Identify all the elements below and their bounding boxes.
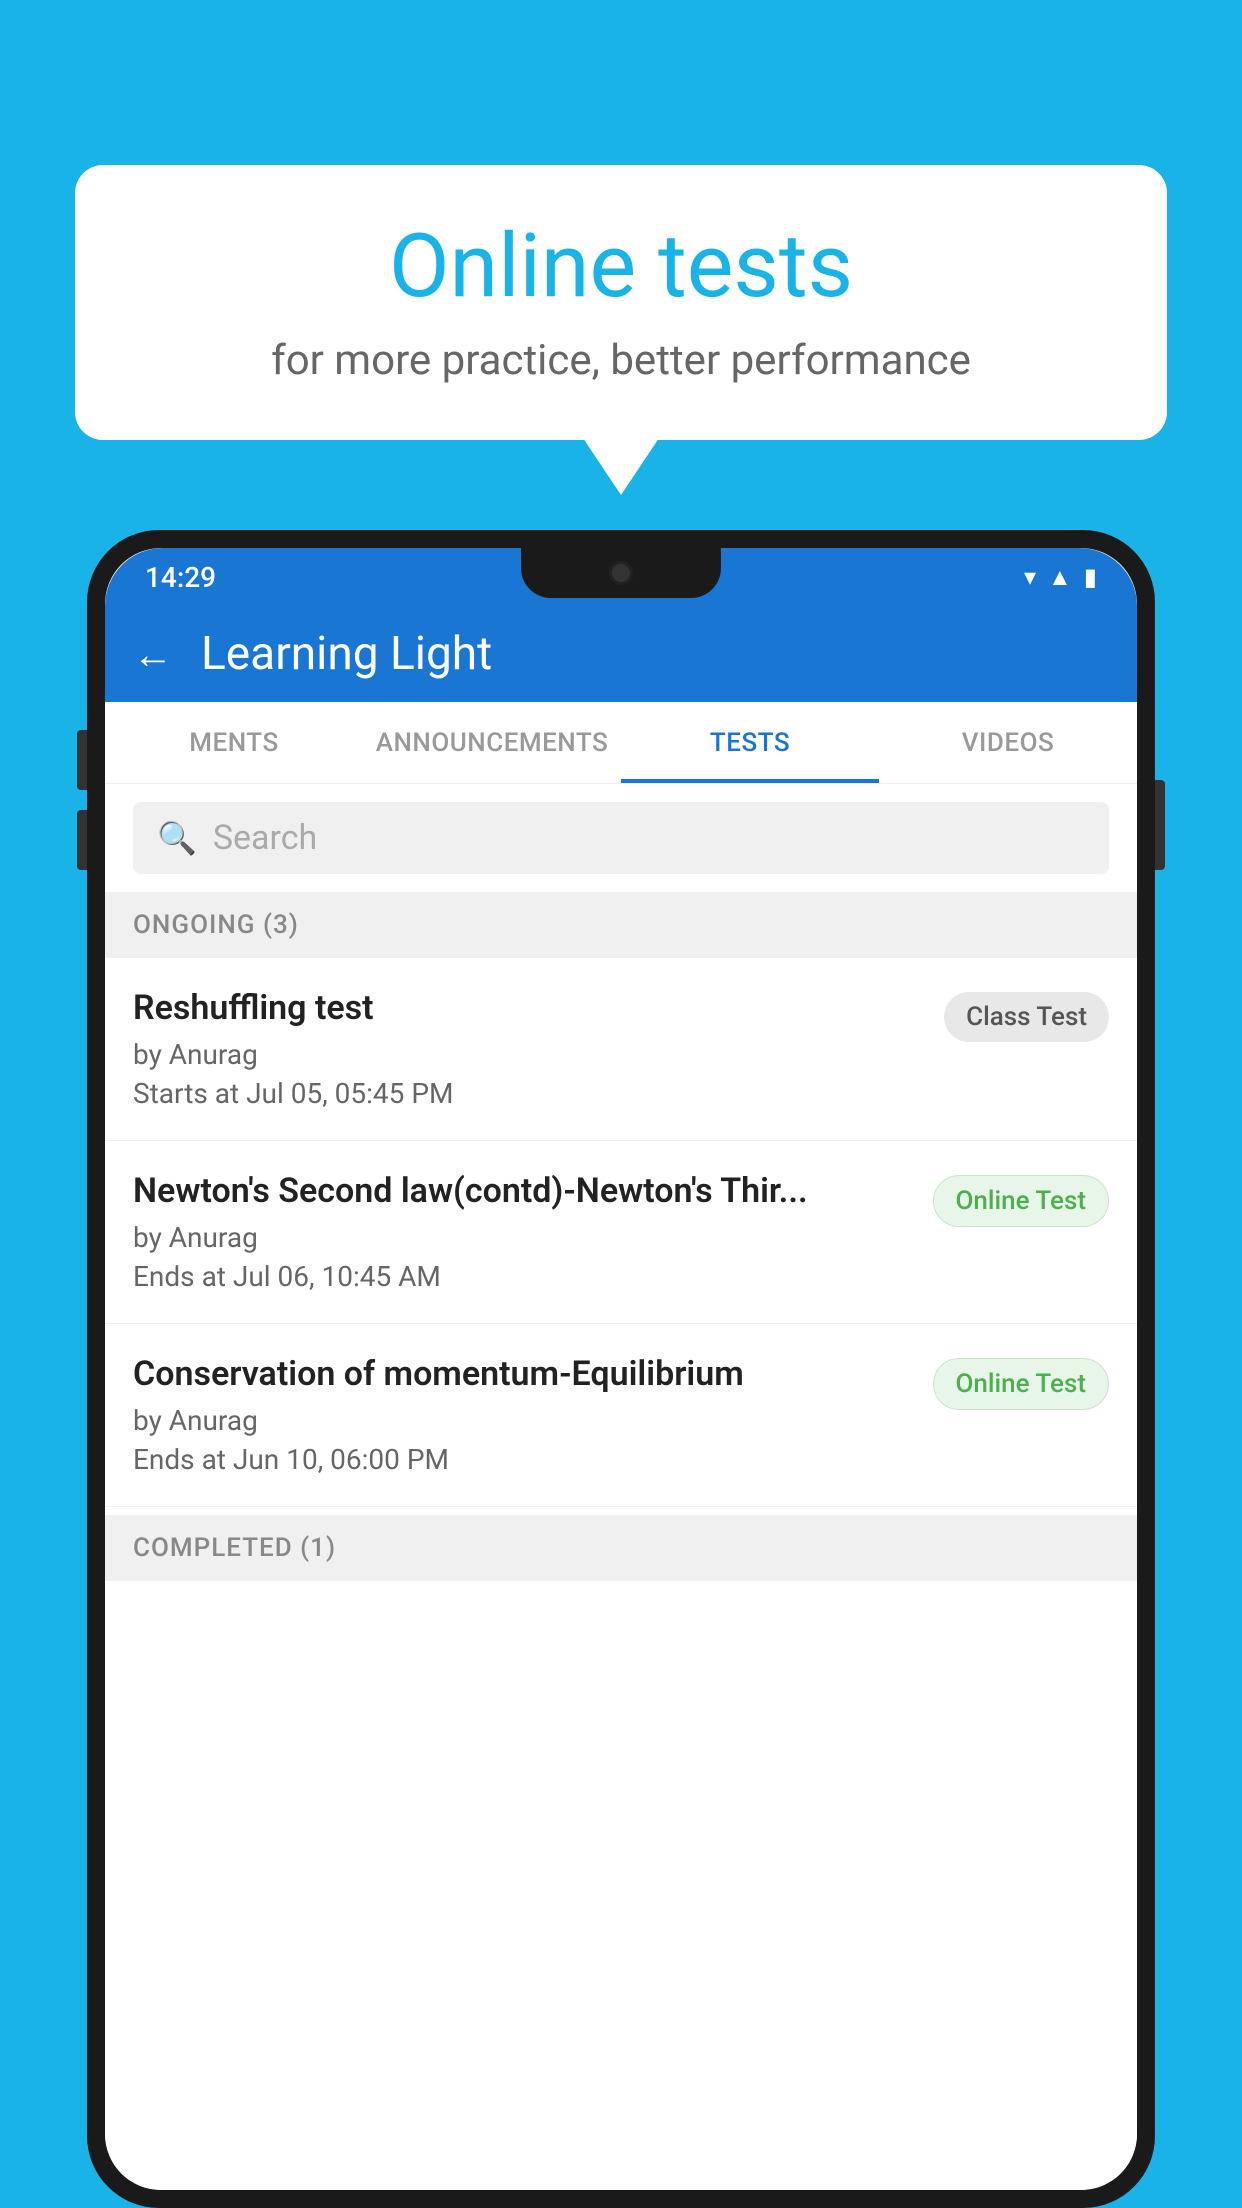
test-list: Reshuffling test by Anurag Starts at Jul… xyxy=(105,958,1137,2190)
test-item-left-3: Conservation of momentum-Equilibrium by … xyxy=(133,1354,933,1476)
test-author-3: by Anurag xyxy=(133,1404,913,1437)
app-bar: ← Learning Light xyxy=(105,606,1137,702)
phone-notch xyxy=(521,548,721,598)
tab-ments[interactable]: MENTS xyxy=(105,702,363,783)
phone-mockup: 14:29 ▾ ▲ ▮ ← Learning Light MENTS ANNOU… xyxy=(87,530,1155,2208)
test-name-1: Reshuffling test xyxy=(133,988,924,1028)
test-author-1: by Anurag xyxy=(133,1038,924,1071)
tab-tests[interactable]: TESTS xyxy=(621,702,879,783)
tab-announcements[interactable]: ANNOUNCEMENTS xyxy=(363,702,621,783)
search-placeholder: Search xyxy=(213,818,317,858)
test-time-2: Ends at Jul 06, 10:45 AM xyxy=(133,1260,913,1293)
phone-frame: 14:29 ▾ ▲ ▮ ← Learning Light MENTS ANNOU… xyxy=(87,530,1155,2208)
ongoing-section-header: ONGOING (3) xyxy=(105,892,1137,958)
test-item[interactable]: Newton's Second law(contd)-Newton's Thir… xyxy=(105,1141,1137,1324)
speech-bubble: Online tests for more practice, better p… xyxy=(75,165,1167,440)
screen-content: 14:29 ▾ ▲ ▮ ← Learning Light MENTS ANNOU… xyxy=(105,548,1137,2190)
battery-icon: ▮ xyxy=(1084,563,1097,591)
back-button[interactable]: ← xyxy=(133,631,173,678)
tabs-bar: MENTS ANNOUNCEMENTS TESTS VIDEOS xyxy=(105,702,1137,784)
signal-icon: ▲ xyxy=(1048,563,1072,592)
test-author-2: by Anurag xyxy=(133,1221,913,1254)
test-item[interactable]: Conservation of momentum-Equilibrium by … xyxy=(105,1324,1137,1507)
app-bar-title: Learning Light xyxy=(201,627,492,681)
online-tests-subtitle: for more practice, better performance xyxy=(135,336,1107,385)
search-icon: 🔍 xyxy=(157,819,197,857)
search-container: 🔍 Search xyxy=(105,784,1137,892)
wifi-icon: ▾ xyxy=(1024,563,1036,591)
test-time-1: Starts at Jul 05, 05:45 PM xyxy=(133,1077,924,1110)
search-bar[interactable]: 🔍 Search xyxy=(133,802,1109,874)
status-icons: ▾ ▲ ▮ xyxy=(1024,563,1097,592)
test-badge-1: Class Test xyxy=(944,992,1109,1042)
test-name-2: Newton's Second law(contd)-Newton's Thir… xyxy=(133,1171,913,1211)
test-item-left-1: Reshuffling test by Anurag Starts at Jul… xyxy=(133,988,944,1110)
test-item-left-2: Newton's Second law(contd)-Newton's Thir… xyxy=(133,1171,933,1293)
online-tests-title: Online tests xyxy=(135,215,1107,318)
test-item[interactable]: Reshuffling test by Anurag Starts at Jul… xyxy=(105,958,1137,1141)
phone-camera xyxy=(609,561,633,585)
test-time-3: Ends at Jun 10, 06:00 PM xyxy=(133,1443,913,1476)
test-badge-2: Online Test xyxy=(933,1175,1110,1227)
completed-section-header: COMPLETED (1) xyxy=(105,1515,1137,1581)
test-badge-3: Online Test xyxy=(933,1358,1110,1410)
tab-videos[interactable]: VIDEOS xyxy=(879,702,1137,783)
status-time: 14:29 xyxy=(145,561,216,594)
test-name-3: Conservation of momentum-Equilibrium xyxy=(133,1354,913,1394)
